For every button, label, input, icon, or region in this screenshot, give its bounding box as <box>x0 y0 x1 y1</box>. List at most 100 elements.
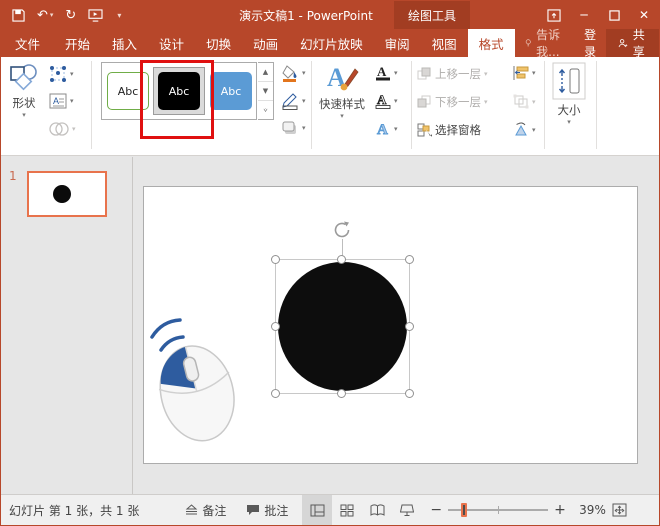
merge-shapes-icon <box>49 121 69 137</box>
normal-view-button[interactable] <box>302 495 332 525</box>
bring-forward-caret: ▾ <box>484 70 488 78</box>
comments-button[interactable]: 批注 <box>236 495 298 525</box>
tab-slideshow[interactable]: 幻灯片放映 <box>289 29 374 57</box>
resize-handle-s[interactable] <box>337 389 346 398</box>
resize-handle-se[interactable] <box>405 389 414 398</box>
save-button[interactable] <box>7 3 30 27</box>
edit-shape-button[interactable]: ▾ <box>49 65 74 83</box>
tab-view[interactable]: 视图 <box>421 29 468 57</box>
ribbon-tab-row: 文件 开始 插入 设计 切换 动画 幻灯片放映 审阅 视图 格式 告诉我... … <box>1 29 659 57</box>
align-button[interactable]: ▾ <box>513 66 536 80</box>
merge-shapes-caret: ▾ <box>72 125 76 133</box>
text-fill-icon: A <box>375 64 391 81</box>
shape-style-blue-fill[interactable]: Abc <box>210 72 252 110</box>
slideshow-view-icon <box>400 504 414 517</box>
close-button[interactable]: ✕ <box>629 1 659 29</box>
text-outline-icon: A <box>375 92 391 109</box>
shapes-gallery-button[interactable]: 形状 ▾ <box>9 63 39 119</box>
bring-forward-icon <box>417 67 432 81</box>
tab-insert[interactable]: 插入 <box>101 29 148 57</box>
resize-handle-n[interactable] <box>337 255 346 264</box>
shape-fill-icon <box>281 64 299 82</box>
tell-me-box[interactable]: 告诉我... <box>515 29 574 57</box>
lightbulb-icon <box>525 36 531 50</box>
merge-shapes-button[interactable]: ▾ <box>49 121 76 137</box>
resize-handle-e[interactable] <box>405 322 414 331</box>
shape-effects-button[interactable]: ▾ <box>281 120 306 136</box>
rotate-objects-caret: ▾ <box>532 126 536 134</box>
tab-file[interactable]: 文件 <box>1 29 54 57</box>
comments-icon <box>246 504 260 516</box>
ribbon-display-options-button[interactable] <box>539 1 569 29</box>
gallery-scroll-up[interactable]: ▲ <box>258 63 273 82</box>
tab-design[interactable]: 设计 <box>148 29 195 57</box>
rotate-objects-button[interactable]: ▾ <box>513 122 536 137</box>
undo-button[interactable]: ↶▾ <box>32 3 58 27</box>
slide-thumbnails-panel: 1 <box>1 157 133 494</box>
text-effects-button[interactable]: A ▾ <box>375 120 398 137</box>
slide-sorter-icon <box>340 504 354 517</box>
slide-canvas-area <box>133 157 659 494</box>
share-label: 共享 <box>633 26 649 60</box>
slideshow-icon <box>88 9 103 22</box>
notes-button[interactable]: 备注 <box>175 495 236 525</box>
gallery-more-button[interactable]: ⩒ <box>258 101 273 119</box>
redo-button[interactable]: ↻ <box>60 3 81 27</box>
group-objects-button[interactable]: ▾ <box>513 94 536 109</box>
zoom-out-button[interactable]: − <box>430 502 442 518</box>
zoom-control: − + 39% <box>430 502 634 518</box>
group-separator <box>411 61 412 149</box>
fit-to-window-icon[interactable] <box>612 503 627 517</box>
tab-format-active[interactable]: 格式 <box>468 29 515 57</box>
tab-transitions[interactable]: 切换 <box>195 29 242 57</box>
ribbon-display-options-icon <box>547 9 561 22</box>
gallery-scroll-down[interactable]: ▼ <box>258 82 273 101</box>
window-controls: ─ ✕ <box>539 1 659 29</box>
undo-dropdown-caret[interactable]: ▾ <box>50 11 54 19</box>
zoom-slider[interactable] <box>448 503 548 517</box>
text-fill-button[interactable]: A ▾ <box>375 64 398 81</box>
slide-thumbnail-1[interactable] <box>27 171 107 217</box>
slideshow-view-button[interactable] <box>392 495 422 525</box>
zoom-slider-thumb[interactable] <box>461 503 467 517</box>
group-separator <box>91 61 92 149</box>
edit-shape-icon <box>49 65 67 83</box>
reading-view-button[interactable] <box>362 495 392 525</box>
slide-number: 1 <box>9 169 17 183</box>
text-box-caret: ▾ <box>70 97 74 105</box>
rotation-handle[interactable] <box>331 219 353 244</box>
title-bar: ↶▾ ↻ ▾ 演示文稿1 - PowerPoint 绘图工具 ─ ✕ <box>1 1 659 29</box>
minimize-button[interactable]: ─ <box>569 1 599 29</box>
text-box-button[interactable]: A ▾ <box>49 93 74 109</box>
customize-qat-button[interactable]: ▾ <box>110 3 126 27</box>
bring-forward-button[interactable]: 上移一层 ▾ <box>417 66 488 82</box>
tab-home[interactable]: 开始 <box>54 29 101 57</box>
comments-label: 批注 <box>264 502 288 519</box>
selection-pane-label: 选择窗格 <box>435 122 481 138</box>
zoom-percentage[interactable]: 39% <box>572 503 606 517</box>
text-effects-caret: ▾ <box>394 125 398 133</box>
shape-outline-caret: ▾ <box>302 97 306 105</box>
tab-review[interactable]: 审阅 <box>374 29 421 57</box>
selection-pane-button[interactable]: 选择窗格 <box>417 122 481 138</box>
slide-sorter-view-button[interactable] <box>332 495 362 525</box>
size-button[interactable]: 大小 ▾ <box>552 62 586 126</box>
quick-styles-button[interactable]: A 快速样式 ▾ <box>319 62 365 120</box>
zoom-in-button[interactable]: + <box>554 502 566 518</box>
resize-handle-sw[interactable] <box>271 389 280 398</box>
resize-handle-ne[interactable] <box>405 255 414 264</box>
maximize-button[interactable] <box>599 1 629 29</box>
shape-outline-button[interactable]: ▾ <box>281 92 306 110</box>
black-circle-shape[interactable] <box>278 262 407 391</box>
text-outline-button[interactable]: A ▾ <box>375 92 398 109</box>
send-backward-button[interactable]: 下移一层 ▾ <box>417 94 488 110</box>
tab-animations[interactable]: 动画 <box>242 29 289 57</box>
quick-styles-icon: A <box>325 62 359 94</box>
resize-handle-nw[interactable] <box>271 255 280 264</box>
shape-fill-button[interactable]: ▾ <box>281 64 306 82</box>
start-slideshow-button[interactable] <box>83 3 108 27</box>
share-button[interactable]: 共享 <box>606 29 660 57</box>
slide-editing-surface[interactable] <box>143 186 638 464</box>
sign-in-button[interactable]: 登录 <box>574 29 606 57</box>
resize-handle-w[interactable] <box>271 322 280 331</box>
